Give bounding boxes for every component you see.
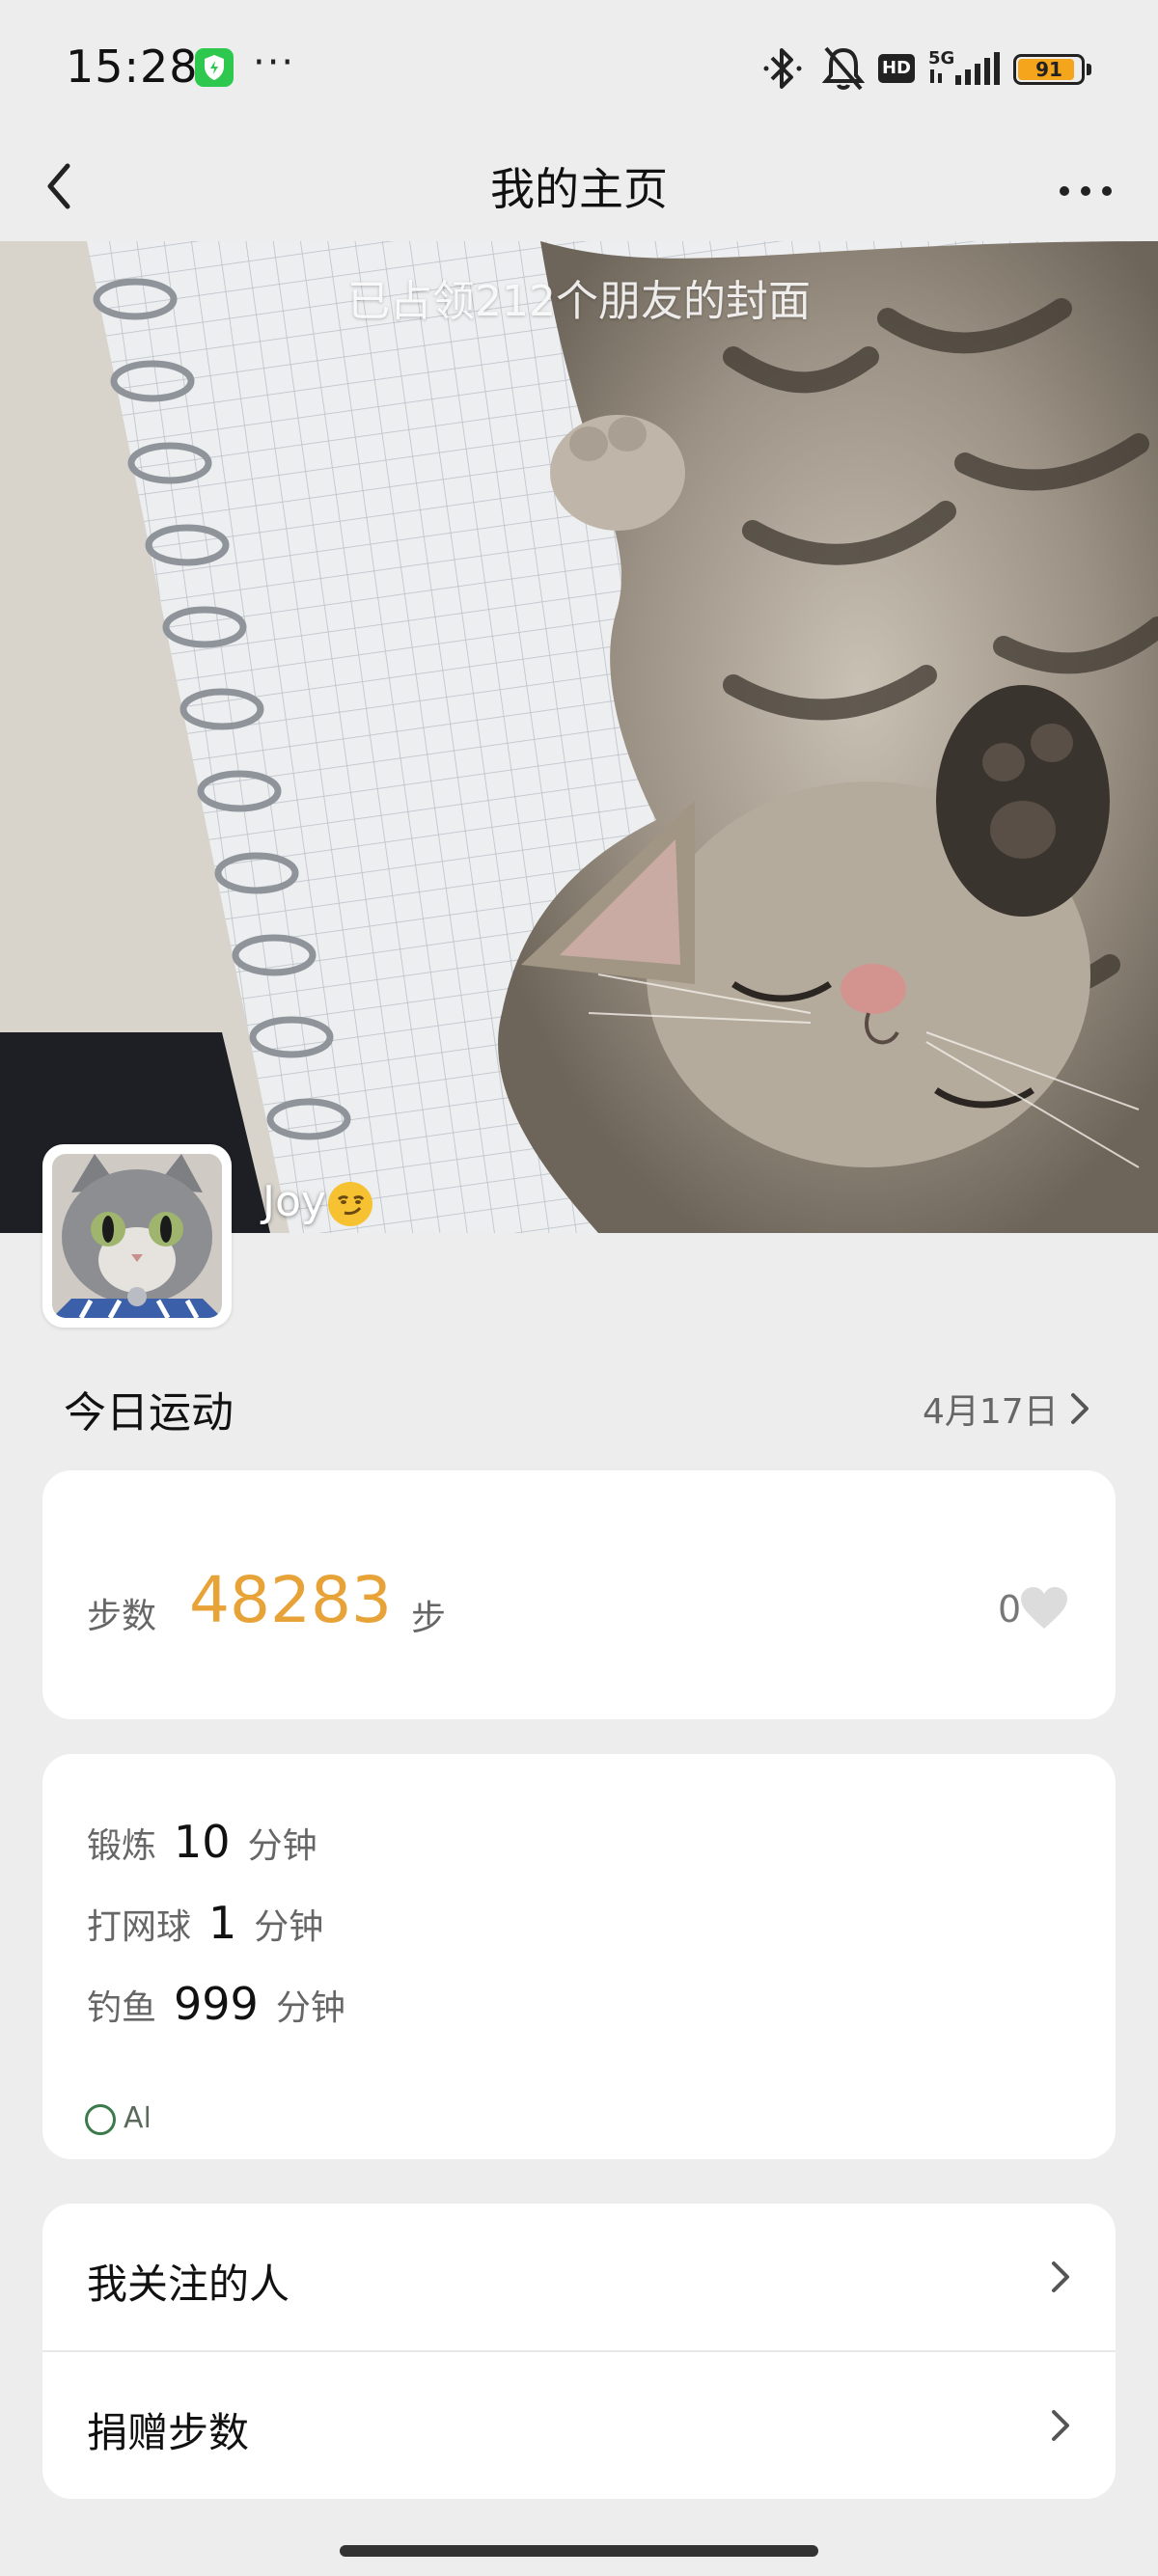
shield-icon (195, 48, 234, 87)
more-notifications-icon: ··· (253, 41, 296, 85)
steps-unit: 步 (411, 1599, 447, 1638)
likes-count: 0 (998, 1588, 1022, 1631)
activity-name: 锻炼 (87, 1826, 157, 1866)
activity-card: 锻炼10分钟 打网球1分钟 钓鱼999分钟 AI体 (42, 1754, 1116, 2159)
home-indicator[interactable] (340, 2545, 818, 2557)
cat-avatar-image (52, 1154, 222, 1318)
activity-unit: 分钟 (254, 1907, 324, 1947)
menu-item-label: 我关注的人 (87, 2261, 290, 2308)
chevron-right-icon (1052, 2261, 1069, 2292)
steps-value: 48283 (189, 1563, 392, 1637)
status-time: 15:28 (66, 41, 199, 93)
battery-percent: 91 (1035, 58, 1062, 81)
hd-badge: HD (878, 54, 915, 83)
more-button[interactable] (1052, 156, 1119, 224)
steps-label: 步数 (87, 1597, 157, 1636)
chevron-right-icon[interactable] (1065, 1389, 1094, 1428)
status-bar: 15:28 ··· HD 5G 91 (0, 0, 1158, 135)
leaf-icon (85, 2103, 116, 2135)
activity-unit: 分钟 (247, 1826, 317, 1866)
activity-row: 打网球 1 分钟 (87, 1897, 323, 1955)
menu-item-following[interactable]: 我关注的人 (42, 2204, 1116, 2352)
activity-value: 10 (174, 1816, 231, 1868)
heart-icon[interactable] (1019, 1586, 1069, 1631)
menu-card: 我关注的人 捐赠步数 (42, 2204, 1116, 2499)
battery-icon: 91 (1013, 54, 1085, 85)
cover-caption: 已占领212个朋友的封面 (347, 277, 811, 326)
section-title-today: 今日运动 (64, 1388, 234, 1438)
activity-name: 打网球 (87, 1907, 192, 1947)
more-horizontal-icon (1060, 186, 1069, 196)
steps-card[interactable]: 步数 48283 步 0 (42, 1470, 1116, 1719)
bluetooth-icon (763, 48, 802, 89)
signal-icon: 5G (928, 48, 1000, 85)
activity-value: 999 (174, 1978, 259, 2030)
cover-image[interactable]: 已占领212个朋友的封面 (0, 241, 1158, 1233)
kitten-photo (0, 241, 1158, 1233)
menu-item-label: 捐赠步数 (87, 2409, 250, 2456)
avatar[interactable] (42, 1144, 232, 1328)
mute-bell-icon (821, 46, 866, 91)
nav-bar: 我的主页 (0, 135, 1158, 241)
activity-name: 钓鱼 (87, 1988, 157, 2028)
date-selector[interactable]: 4月17日 (923, 1384, 1059, 1434)
activity-unit: 分钟 (275, 1988, 345, 2028)
battery-tip (1087, 64, 1091, 75)
more-dot (1102, 186, 1112, 196)
more-dot (1081, 186, 1090, 196)
activity-row: 钓鱼 999 分钟 (87, 1978, 345, 2036)
user-name: Joy (262, 1177, 372, 1226)
activity-value: 1 (208, 1897, 237, 1949)
smirk-emoji-icon (327, 1182, 372, 1226)
page-title: 我的主页 (490, 163, 668, 215)
network-type: 5G (928, 48, 954, 69)
menu-item-donate-steps[interactable]: 捐赠步数 (42, 2352, 1116, 2499)
redaction-mask (149, 2080, 448, 2159)
user-name-text: Joy (262, 1177, 326, 1226)
chevron-right-icon (1052, 2410, 1069, 2441)
activity-row: 锻炼 10 分钟 (87, 1816, 317, 1874)
